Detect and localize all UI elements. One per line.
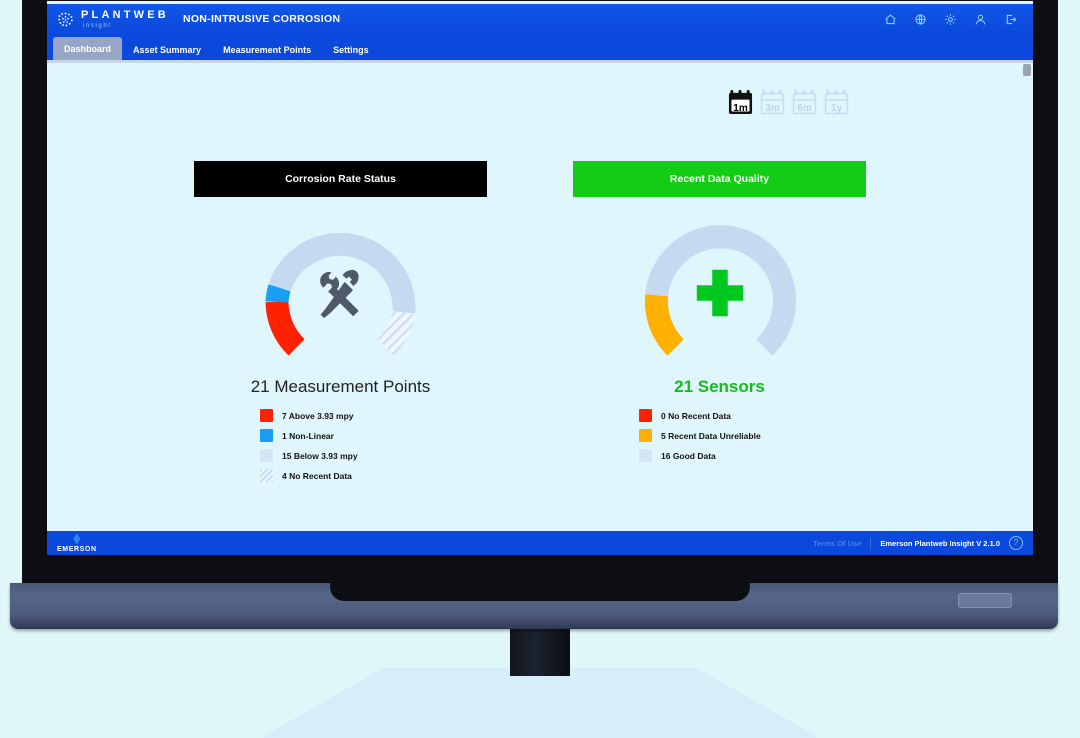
tab-dashboard[interactable]: Dashboard xyxy=(53,37,123,62)
legend-item: 0 No Recent Data xyxy=(639,409,731,422)
footer-right-group: Terms Of Use Emerson Plantweb Insight V … xyxy=(813,536,1023,550)
time-range-3m-label: 3m xyxy=(765,103,780,114)
plantweb-logo-icon xyxy=(57,11,74,28)
time-range-1m-label: 1m xyxy=(733,103,748,114)
home-icon[interactable] xyxy=(884,13,897,26)
monitor-chin-notch xyxy=(330,583,750,601)
legend-corrosion-rate-status: 7 Above 3.93 mpy 1 Non-Linear 15 Below 3… xyxy=(194,409,487,482)
tab-list: Dashboard Asset Summary Measurement Poin… xyxy=(47,34,1033,62)
legend-swatch-unreliable xyxy=(639,429,652,442)
help-icon[interactable]: ? xyxy=(1009,536,1023,550)
time-range-1m[interactable]: 1m xyxy=(728,89,753,116)
gauge-recent-data-quality xyxy=(573,217,866,367)
legend-swatch-above xyxy=(260,409,273,422)
brand-text: PLANTWEB insight xyxy=(81,8,169,29)
legend-item: 15 Below 3.93 mpy xyxy=(260,449,358,462)
emerson-wordmark: EMERSON xyxy=(57,545,97,553)
monitor-power-indicator xyxy=(958,593,1012,608)
app-footer: EMERSON Terms Of Use Emerson Plantweb In… xyxy=(47,531,1033,555)
time-range-selector: 1m 3m 6m 1y xyxy=(728,89,849,116)
legend-item: 5 Recent Data Unreliable xyxy=(639,429,761,442)
brand-subtitle: insight xyxy=(83,22,112,29)
panel-recent-data-quality: Recent Data Quality 21 Sensors 0 No Rece… xyxy=(573,161,866,462)
legend-item: 16 Good Data xyxy=(639,449,716,462)
tab-measurement-points[interactable]: Measurement Points xyxy=(212,38,322,62)
version-label: Emerson Plantweb Insight V 2.1.0 xyxy=(880,538,1000,548)
legend-label-good-data: 16 Good Data xyxy=(661,450,716,461)
globe-icon[interactable] xyxy=(914,13,927,26)
panel-title-recent-data-quality: Recent Data Quality xyxy=(573,161,866,197)
brand: PLANTWEB insight xyxy=(57,8,169,29)
legend-item: 1 Non-Linear xyxy=(260,429,334,442)
legend-label-unreliable: 5 Recent Data Unreliable xyxy=(661,430,761,441)
gear-icon[interactable] xyxy=(944,13,957,26)
legend-item: 4 No Recent Data xyxy=(260,469,352,482)
legend-swatch-good-data xyxy=(639,449,652,462)
monitor-frame: PLANTWEB insight NON-INTRUSIVE CORROSION xyxy=(22,0,1058,588)
legend-swatch-no-recent-data xyxy=(260,469,273,482)
legend-swatch-below xyxy=(260,449,273,462)
legend-item: 7 Above 3.93 mpy xyxy=(260,409,354,422)
panel-title-corrosion-rate-status: Corrosion Rate Status xyxy=(194,161,487,197)
tab-settings[interactable]: Settings xyxy=(322,38,380,62)
legend-swatch-nonlinear xyxy=(260,429,273,442)
panel-corrosion-rate-status: Corrosion Rate Status 21 Measurement Poi… xyxy=(194,161,487,482)
vertical-scrollbar[interactable] xyxy=(1023,64,1031,76)
tab-asset-summary[interactable]: Asset Summary xyxy=(122,38,212,62)
gauge-corrosion-rate-status xyxy=(194,217,487,367)
user-icon[interactable] xyxy=(974,13,987,26)
screen: PLANTWEB insight NON-INTRUSIVE CORROSION xyxy=(47,1,1033,555)
time-range-3m[interactable]: 3m xyxy=(760,89,785,116)
monitor-stand-neck xyxy=(510,628,570,676)
header-icon-group xyxy=(884,13,1017,26)
legend-swatch-no-recent-data xyxy=(639,409,652,422)
brand-name: PLANTWEB xyxy=(81,8,169,21)
total-measurement-points: 21 Measurement Points xyxy=(250,377,431,396)
terms-of-use-link[interactable]: Terms Of Use xyxy=(813,539,861,548)
time-range-6m[interactable]: 6m xyxy=(792,89,817,116)
footer-divider xyxy=(870,537,872,549)
time-range-1y-label: 1y xyxy=(830,103,843,114)
page-title: NON-INTRUSIVE CORROSION xyxy=(182,13,341,25)
legend-label-no-recent-data: 4 No Recent Data xyxy=(282,470,352,481)
emerson-logo: EMERSON xyxy=(57,533,97,553)
legend-label-below: 15 Below 3.93 mpy xyxy=(282,450,358,461)
app-header: PLANTWEB insight NON-INTRUSIVE CORROSION xyxy=(47,4,1033,34)
desktop-background: PLANTWEB insight NON-INTRUSIVE CORROSION xyxy=(0,0,1080,738)
legend-label-nonlinear: 1 Non-Linear xyxy=(282,430,334,441)
logout-icon[interactable] xyxy=(1004,13,1017,26)
health-cross-icon xyxy=(680,258,760,328)
time-range-6m-label: 6m xyxy=(797,103,812,114)
dashboard-content: 1m 3m 6m 1y Corrosion Rate Status 21 Mea… xyxy=(47,63,1033,531)
tab-bar: Dashboard Asset Summary Measurement Poin… xyxy=(47,34,1033,62)
total-sensors: 21 Sensors xyxy=(674,377,765,396)
legend-recent-data-quality: 0 No Recent Data 5 Recent Data Unreliabl… xyxy=(573,409,866,462)
legend-label-above: 7 Above 3.93 mpy xyxy=(282,410,354,421)
tools-icon xyxy=(301,258,381,328)
time-range-1y[interactable]: 1y xyxy=(824,89,849,116)
emerson-diamond-icon xyxy=(73,533,81,545)
legend-label-no-recent-data: 0 No Recent Data xyxy=(661,410,731,421)
monitor-stand-base xyxy=(260,668,820,738)
